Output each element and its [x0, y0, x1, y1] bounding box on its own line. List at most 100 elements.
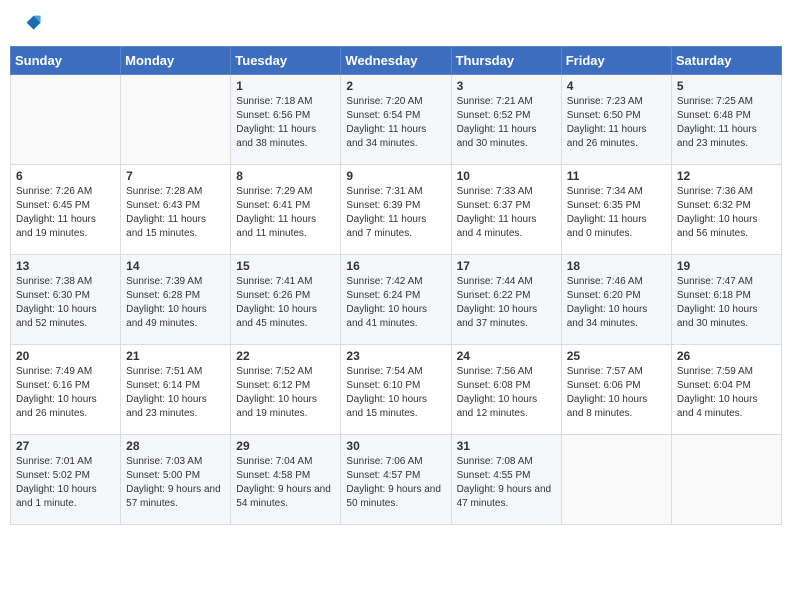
day-number: 2 [346, 79, 445, 93]
day-info: Sunrise: 7:18 AM Sunset: 6:56 PM Dayligh… [236, 95, 335, 151]
day-info: Sunrise: 7:52 AM Sunset: 6:12 PM Dayligh… [236, 365, 335, 421]
day-number: 1 [236, 79, 335, 93]
calendar-day-cell [11, 75, 121, 165]
day-info: Sunrise: 7:31 AM Sunset: 6:39 PM Dayligh… [346, 185, 445, 241]
day-info: Sunrise: 7:38 AM Sunset: 6:30 PM Dayligh… [16, 275, 115, 331]
day-info: Sunrise: 7:57 AM Sunset: 6:06 PM Dayligh… [567, 365, 666, 421]
logo [14, 10, 46, 38]
day-info: Sunrise: 7:41 AM Sunset: 6:26 PM Dayligh… [236, 275, 335, 331]
day-number: 5 [677, 79, 776, 93]
day-number: 3 [457, 79, 556, 93]
day-info: Sunrise: 7:39 AM Sunset: 6:28 PM Dayligh… [126, 275, 225, 331]
calendar-day-cell: 15 Sunrise: 7:41 AM Sunset: 6:26 PM Dayli… [231, 255, 341, 345]
calendar-day-cell: 25 Sunrise: 7:57 AM Sunset: 6:06 PM Dayli… [561, 345, 671, 435]
day-number: 10 [457, 169, 556, 183]
day-number: 9 [346, 169, 445, 183]
day-info: Sunrise: 7:54 AM Sunset: 6:10 PM Dayligh… [346, 365, 445, 421]
day-info: Sunrise: 7:51 AM Sunset: 6:14 PM Dayligh… [126, 365, 225, 421]
day-number: 14 [126, 259, 225, 273]
day-number: 28 [126, 439, 225, 453]
day-number: 15 [236, 259, 335, 273]
calendar-week-row: 13Sunrise: 7:38 AM Sunset: 6:30 PM Dayli… [11, 255, 782, 345]
day-info: Sunrise: 7:56 AM Sunset: 6:08 PM Dayligh… [457, 365, 556, 421]
day-info: Sunrise: 7:25 AM Sunset: 6:48 PM Dayligh… [677, 95, 776, 151]
day-info: Sunrise: 7:28 AM Sunset: 6:43 PM Dayligh… [126, 185, 225, 241]
day-number: 21 [126, 349, 225, 363]
calendar-table: SundayMondayTuesdayWednesdayThursdayFrid… [10, 46, 782, 525]
day-of-week-header: Saturday [671, 47, 781, 75]
calendar-day-cell: 28 Sunrise: 7:03 AM Sunset: 5:00 PM Dayli… [121, 435, 231, 525]
day-of-week-header: Thursday [451, 47, 561, 75]
page-header [10, 10, 782, 38]
calendar-day-cell: 10Sunrise: 7:33 AM Sunset: 6:37 PM Dayli… [451, 165, 561, 255]
calendar-day-cell: 12Sunrise: 7:36 AM Sunset: 6:32 PM Dayli… [671, 165, 781, 255]
calendar-week-row: 27 Sunrise: 7:01 AM Sunset: 5:02 PM Dayli… [11, 435, 782, 525]
calendar-week-row: 6 Sunrise: 7:26 AM Sunset: 6:45 PM Daylig… [11, 165, 782, 255]
day-info: Sunrise: 7:08 AM Sunset: 4:55 PM Dayligh… [457, 455, 556, 511]
day-info: Sunrise: 7:06 AM Sunset: 4:57 PM Dayligh… [346, 455, 445, 511]
day-info: Sunrise: 7:49 AM Sunset: 6:16 PM Dayligh… [16, 365, 115, 421]
calendar-day-cell: 7Sunrise: 7:28 AM Sunset: 6:43 PM Daylig… [121, 165, 231, 255]
calendar-day-cell: 26 Sunrise: 7:59 AM Sunset: 6:04 PM Dayli… [671, 345, 781, 435]
calendar-day-cell: 29Sunrise: 7:04 AM Sunset: 4:58 PM Dayli… [231, 435, 341, 525]
day-number: 19 [677, 259, 776, 273]
calendar-day-cell: 11Sunrise: 7:34 AM Sunset: 6:35 PM Dayli… [561, 165, 671, 255]
day-of-week-header: Friday [561, 47, 671, 75]
day-info: Sunrise: 7:42 AM Sunset: 6:24 PM Dayligh… [346, 275, 445, 331]
day-info: Sunrise: 7:26 AM Sunset: 6:45 PM Dayligh… [16, 185, 115, 241]
day-number: 26 [677, 349, 776, 363]
day-number: 18 [567, 259, 666, 273]
day-info: Sunrise: 7:44 AM Sunset: 6:22 PM Dayligh… [457, 275, 556, 331]
calendar-day-cell [671, 435, 781, 525]
day-number: 25 [567, 349, 666, 363]
day-number: 6 [16, 169, 115, 183]
calendar-day-cell: 20Sunrise: 7:49 AM Sunset: 6:16 PM Dayli… [11, 345, 121, 435]
calendar-day-cell: 18 Sunrise: 7:46 AM Sunset: 6:20 PM Dayli… [561, 255, 671, 345]
calendar-week-row: 1 Sunrise: 7:18 AM Sunset: 6:56 PM Daylig… [11, 75, 782, 165]
day-of-week-header: Wednesday [341, 47, 451, 75]
logo-icon [14, 10, 42, 38]
day-info: Sunrise: 7:01 AM Sunset: 5:02 PM Dayligh… [16, 455, 115, 511]
day-number: 8 [236, 169, 335, 183]
day-info: Sunrise: 7:21 AM Sunset: 6:52 PM Dayligh… [457, 95, 556, 151]
day-info: Sunrise: 7:04 AM Sunset: 4:58 PM Dayligh… [236, 455, 335, 511]
calendar-day-cell [561, 435, 671, 525]
day-info: Sunrise: 7:36 AM Sunset: 6:32 PM Dayligh… [677, 185, 776, 241]
calendar-day-cell: 31 Sunrise: 7:08 AM Sunset: 4:55 PM Dayli… [451, 435, 561, 525]
calendar-day-cell: 27 Sunrise: 7:01 AM Sunset: 5:02 PM Dayli… [11, 435, 121, 525]
day-info: Sunrise: 7:20 AM Sunset: 6:54 PM Dayligh… [346, 95, 445, 151]
calendar-day-cell: 3 Sunrise: 7:21 AM Sunset: 6:52 PM Daylig… [451, 75, 561, 165]
day-of-week-header: Tuesday [231, 47, 341, 75]
day-info: Sunrise: 7:46 AM Sunset: 6:20 PM Dayligh… [567, 275, 666, 331]
day-number: 16 [346, 259, 445, 273]
day-number: 22 [236, 349, 335, 363]
calendar-week-row: 20Sunrise: 7:49 AM Sunset: 6:16 PM Dayli… [11, 345, 782, 435]
calendar-day-cell: 19 Sunrise: 7:47 AM Sunset: 6:18 PM Dayli… [671, 255, 781, 345]
calendar-day-cell: 14 Sunrise: 7:39 AM Sunset: 6:28 PM Dayli… [121, 255, 231, 345]
calendar-day-cell: 13Sunrise: 7:38 AM Sunset: 6:30 PM Dayli… [11, 255, 121, 345]
day-of-week-header: Sunday [11, 47, 121, 75]
day-info: Sunrise: 7:59 AM Sunset: 6:04 PM Dayligh… [677, 365, 776, 421]
calendar-day-cell [121, 75, 231, 165]
calendar-day-cell: 21 Sunrise: 7:51 AM Sunset: 6:14 PM Dayli… [121, 345, 231, 435]
calendar-day-cell: 5 Sunrise: 7:25 AM Sunset: 6:48 PM Daylig… [671, 75, 781, 165]
day-number: 24 [457, 349, 556, 363]
day-number: 11 [567, 169, 666, 183]
day-info: Sunrise: 7:03 AM Sunset: 5:00 PM Dayligh… [126, 455, 225, 511]
calendar-day-cell: 22 Sunrise: 7:52 AM Sunset: 6:12 PM Dayli… [231, 345, 341, 435]
calendar-day-cell: 4Sunrise: 7:23 AM Sunset: 6:50 PM Daylig… [561, 75, 671, 165]
calendar-day-cell: 6 Sunrise: 7:26 AM Sunset: 6:45 PM Daylig… [11, 165, 121, 255]
calendar-day-cell: 24 Sunrise: 7:56 AM Sunset: 6:08 PM Dayli… [451, 345, 561, 435]
day-number: 23 [346, 349, 445, 363]
day-number: 17 [457, 259, 556, 273]
calendar-day-cell: 30Sunrise: 7:06 AM Sunset: 4:57 PM Dayli… [341, 435, 451, 525]
calendar-header-row: SundayMondayTuesdayWednesdayThursdayFrid… [11, 47, 782, 75]
calendar-day-cell: 17 Sunrise: 7:44 AM Sunset: 6:22 PM Dayli… [451, 255, 561, 345]
calendar-day-cell: 23 Sunrise: 7:54 AM Sunset: 6:10 PM Dayli… [341, 345, 451, 435]
day-number: 27 [16, 439, 115, 453]
day-info: Sunrise: 7:47 AM Sunset: 6:18 PM Dayligh… [677, 275, 776, 331]
calendar-day-cell: 8 Sunrise: 7:29 AM Sunset: 6:41 PM Daylig… [231, 165, 341, 255]
day-number: 4 [567, 79, 666, 93]
day-number: 31 [457, 439, 556, 453]
day-info: Sunrise: 7:29 AM Sunset: 6:41 PM Dayligh… [236, 185, 335, 241]
